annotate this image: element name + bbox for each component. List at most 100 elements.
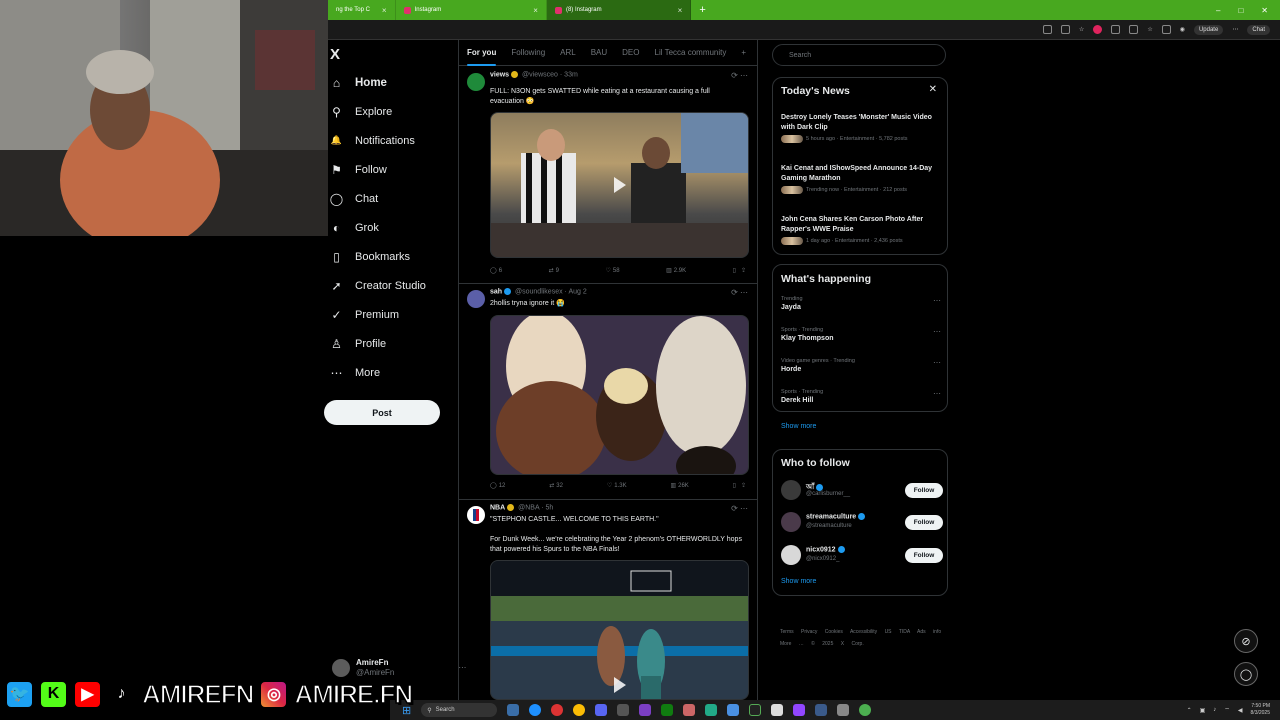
play-icon[interactable] — [613, 177, 626, 193]
app-icon[interactable] — [727, 704, 740, 716]
news-item[interactable]: John Cena Shares Ken Carson Photo After … — [781, 215, 941, 245]
nav-creator-studio[interactable]: ➚ Creator Studio — [330, 279, 425, 293]
follow-suggestion[interactable]: আঁ @carlisburner__ Follow — [781, 480, 943, 502]
nav-follow[interactable]: ⚑ Follow — [330, 163, 387, 177]
browser-tab[interactable]: Instagram × — [396, 0, 547, 20]
more-icon[interactable]: ⋯ — [933, 327, 941, 336]
browser-tab-active[interactable]: (8) Instagram × — [546, 0, 692, 20]
trend-item[interactable]: Sports · Trending Derek Hill ⋯ — [781, 389, 941, 404]
nba-logo[interactable] — [467, 506, 485, 524]
close-tab-icon[interactable]: × — [382, 6, 387, 15]
app-icon[interactable] — [815, 704, 828, 716]
tab-for-you[interactable]: For you — [467, 48, 497, 66]
more-icon[interactable]: ⟳ ⋯ — [731, 288, 748, 297]
more-icon[interactable]: ⟳ ⋯ — [731, 504, 748, 513]
close-tab-icon[interactable]: × — [533, 6, 538, 15]
app-icon[interactable] — [639, 704, 652, 716]
tweet[interactable]: NBA @NBA · 5h ⟳ ⋯ "STEPHON CASTLE... WEL… — [459, 500, 757, 700]
chrome-icon[interactable] — [573, 704, 586, 716]
show-more-link[interactable]: Show more — [781, 423, 816, 430]
tweet-author[interactable]: NBA — [490, 504, 505, 511]
edge-icon[interactable] — [529, 704, 542, 716]
show-more-link[interactable]: Show more — [781, 578, 816, 585]
reply-button[interactable]: ◯ 6 — [490, 267, 502, 275]
reply-button[interactable]: ◯ 12 — [490, 482, 505, 490]
follow-suggestion[interactable]: nicx0912 @nicx0912_ Follow — [781, 545, 943, 567]
like-button[interactable]: ♡ 1.3K — [607, 482, 627, 490]
avatar[interactable] — [781, 512, 801, 532]
follow-suggestion[interactable]: streamaculture @streamaculture Follow — [781, 512, 943, 534]
tweet-time[interactable]: Aug 2 — [568, 288, 586, 295]
extension-icon[interactable] — [1129, 25, 1139, 34]
search-input[interactable]: Search — [772, 44, 946, 66]
tweet-time[interactable]: 33m — [564, 71, 578, 78]
tweet-image[interactable] — [490, 315, 749, 475]
app-icon[interactable] — [617, 704, 630, 716]
volume-icon[interactable]: ◀ — [1238, 707, 1243, 714]
tray-icon[interactable]: ▣ — [1200, 707, 1206, 714]
views-button[interactable]: ▥ 2.9K — [666, 267, 686, 275]
update-button[interactable]: Update — [1193, 24, 1224, 35]
news-item[interactable]: Destroy Lonely Teases 'Monster' Music Vi… — [781, 113, 941, 143]
views-button[interactable]: ▥ 26K — [670, 482, 688, 490]
follow-button[interactable]: Follow — [905, 483, 943, 498]
xbox-icon[interactable] — [661, 704, 674, 716]
more-icon[interactable]: ⋯ — [933, 358, 941, 367]
more-icon[interactable]: ⋯ — [933, 389, 941, 398]
tweet-handle[interactable]: @viewsceo — [522, 71, 558, 78]
app-icon[interactable] — [683, 704, 696, 716]
copilot-chat-button[interactable]: Chat — [1247, 24, 1270, 35]
taskbar-search[interactable]: ⚲ Search — [421, 703, 498, 717]
like-button[interactable]: ♡ 58 — [606, 267, 620, 275]
nav-profile[interactable]: ♙ Profile — [330, 337, 386, 351]
tweet[interactable]: sah @soundlikesex · Aug 2 ⟳ ⋯ 2hollis tr… — [459, 284, 757, 500]
trend-item[interactable]: Sports · Trending Klay Thompson ⋯ — [781, 327, 941, 342]
footer-links[interactable]: Terms Privacy Cookies Accessibility US T… — [780, 626, 950, 650]
nav-notifications[interactable]: 🔔 Notifications — [330, 134, 415, 147]
close-window-button[interactable]: ✕ — [1261, 6, 1268, 15]
close-icon[interactable]: ✕ — [929, 84, 937, 95]
minimize-button[interactable]: – — [1216, 6, 1220, 15]
tab-lil-tecca-community[interactable]: Lil Tecca community — [655, 48, 727, 57]
app-icon[interactable] — [551, 704, 564, 716]
repost-button[interactable]: ⇄ 9 — [549, 267, 559, 275]
nav-more[interactable]: ⋯ More — [330, 366, 381, 380]
browser-tab[interactable]: ng the Top C × — [328, 0, 396, 20]
tweet-author[interactable]: sah — [490, 288, 502, 295]
more-icon[interactable]: ⋯ — [1232, 26, 1238, 33]
app-icon[interactable] — [859, 704, 872, 716]
extension-icon[interactable] — [1161, 25, 1171, 34]
discord-icon[interactable] — [595, 704, 608, 716]
profile-icon[interactable]: ◉ — [1180, 26, 1185, 33]
tweet-handle[interactable]: @soundlikesex — [515, 288, 563, 295]
grok-float-button[interactable]: ⊘ — [1234, 629, 1258, 653]
tweet[interactable]: views @viewsceo · 33m ⟳ ⋯ FULL: N3ON get… — [459, 67, 757, 284]
nav-home[interactable]: ⌂ Home — [330, 76, 387, 90]
app-icon[interactable] — [705, 704, 718, 716]
tweet-handle[interactable]: @NBA — [518, 504, 539, 511]
x-logo[interactable]: X — [330, 46, 340, 63]
tweet-video[interactable] — [490, 112, 749, 258]
app-icon[interactable] — [771, 704, 784, 716]
maximize-button[interactable]: □ — [1238, 6, 1243, 15]
follow-button[interactable]: Follow — [905, 515, 943, 530]
post-button[interactable]: Post — [324, 400, 440, 425]
tab-bau[interactable]: BAU — [591, 48, 607, 57]
settings-icon[interactable] — [837, 704, 850, 716]
extension-icon[interactable] — [1093, 25, 1103, 34]
nav-bookmarks[interactable]: ▯ Bookmarks — [330, 250, 410, 264]
twitch-icon[interactable] — [793, 704, 806, 716]
trend-item[interactable]: Video game genres · Trending Horde ⋯ — [781, 358, 941, 373]
account-switcher[interactable]: AmireFn @AmireFn ⋯ — [332, 658, 466, 677]
nav-chat[interactable]: ◯ Chat — [330, 192, 378, 206]
avatar[interactable] — [467, 290, 485, 308]
bookmark-share[interactable]: ▯ ⇪ — [733, 267, 746, 274]
chevron-up-icon[interactable]: ⌃ — [1187, 707, 1192, 714]
tab-arl[interactable]: ARL — [560, 48, 576, 57]
tab-following[interactable]: Following — [511, 48, 545, 57]
nav-grok[interactable]: ◐ Grok — [330, 221, 379, 235]
microphone-icon[interactable]: ♪ — [1213, 707, 1216, 713]
network-icon[interactable]: ⌔ — [1224, 706, 1230, 714]
extension-icon[interactable] — [1060, 25, 1070, 34]
bookmark-share[interactable]: ▯ ⇪ — [733, 482, 746, 489]
